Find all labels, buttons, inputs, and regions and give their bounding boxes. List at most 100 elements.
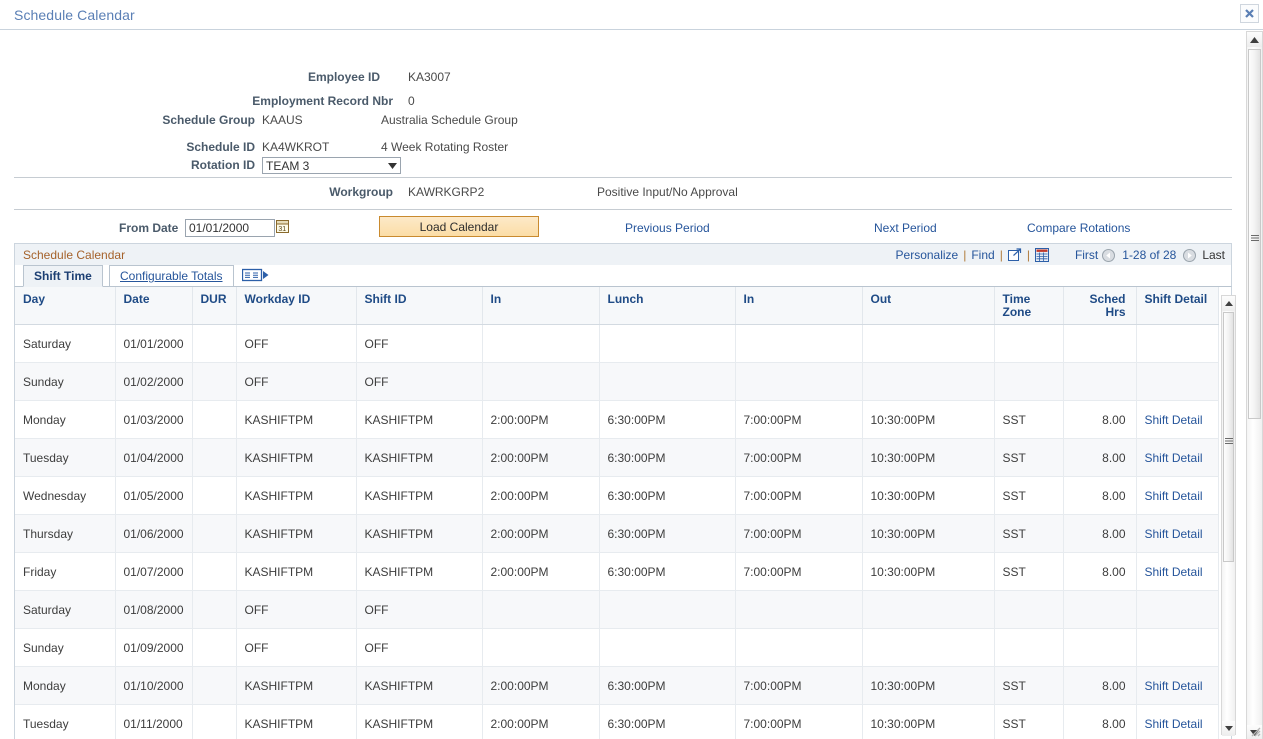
cell-sched-hrs: 8.00 — [1063, 400, 1137, 439]
grid-scrollbar-thumb[interactable] — [1223, 312, 1234, 562]
cell-shift-detail[interactable]: Shift Detail — [1136, 552, 1219, 591]
load-calendar-button[interactable]: Load Calendar — [379, 216, 539, 237]
svg-text:31: 31 — [278, 226, 286, 233]
tab-configurable-totals[interactable]: Configurable Totals — [109, 265, 234, 287]
grid-scrollbar-vertical[interactable] — [1221, 295, 1236, 736]
shift-detail-link[interactable]: Shift Detail — [1145, 717, 1203, 731]
cell-in-2: 7:00:00PM — [735, 666, 863, 705]
cell-time-zone — [994, 324, 1064, 363]
cell-date: 01/04/2000 — [115, 438, 193, 477]
cell-day: Sunday — [15, 628, 116, 667]
cell-time-zone: SST — [994, 400, 1064, 439]
cell-in-2: 7:00:00PM — [735, 552, 863, 591]
cell-in-1: 2:00:00PM — [482, 438, 600, 477]
cell-shift-detail[interactable]: Shift Detail — [1136, 400, 1219, 439]
tab-shift-time[interactable]: Shift Time — [23, 265, 103, 287]
cell-in-1: 2:00:00PM — [482, 400, 600, 439]
column-header-shift-detail[interactable]: Shift Detail — [1136, 287, 1219, 325]
cell-day: Sunday — [15, 362, 116, 401]
cell-sched-hrs: 8.00 — [1063, 666, 1137, 705]
field-employment-record-nbr: Employment Record Nbr — [0, 94, 400, 112]
load-calendar-label: Load Calendar — [419, 219, 499, 234]
column-header-dur[interactable]: DUR — [192, 287, 237, 325]
export-to-excel-icon[interactable] — [1007, 248, 1022, 262]
schedule-grid: Day Date DUR Workday ID Shift ID In Lunc… — [14, 287, 1232, 739]
shift-detail-link[interactable]: Shift Detail — [1145, 565, 1203, 579]
column-header-shift-id[interactable]: Shift ID — [356, 287, 483, 325]
table-row: Saturday 01/01/2000 OFF OFF — [15, 324, 1219, 363]
column-header-sched-hrs[interactable]: Sched Hrs — [1063, 287, 1137, 325]
grid-scroll-up-arrow-icon[interactable] — [1222, 296, 1235, 311]
from-date-input[interactable] — [185, 219, 275, 237]
shift-detail-link[interactable]: Shift Detail — [1145, 679, 1203, 693]
schedule-group-description-wrap: Australia Schedule Group — [381, 113, 518, 131]
next-period-link[interactable]: Next Period — [874, 221, 937, 235]
column-header-time-zone[interactable]: Time Zone — [994, 287, 1064, 325]
grid-actions: Personalize | Find | | First 1-28 of 28 … — [896, 248, 1227, 262]
cell-shift-detail[interactable]: Shift Detail — [1136, 704, 1219, 739]
close-button[interactable] — [1240, 4, 1259, 23]
cell-out: 10:30:00PM — [862, 666, 995, 705]
cell-out: 10:30:00PM — [862, 514, 995, 553]
scroll-up-arrow-icon[interactable] — [1247, 32, 1262, 47]
cell-out — [862, 590, 995, 629]
shift-detail-link[interactable]: Shift Detail — [1145, 451, 1203, 465]
cell-out: 10:30:00PM — [862, 552, 995, 591]
shift-detail-link[interactable]: Shift Detail — [1145, 527, 1203, 541]
cell-shift-detail[interactable]: Shift Detail — [1136, 666, 1219, 705]
grid-view-icon[interactable] — [1034, 248, 1049, 262]
close-icon — [1244, 8, 1255, 19]
column-header-out[interactable]: Out — [862, 287, 995, 325]
column-header-day[interactable]: Day — [15, 287, 116, 325]
rotation-id-select[interactable]: TEAM 3 — [262, 157, 401, 174]
cell-day: Thursday — [15, 514, 116, 553]
previous-page-icon[interactable] — [1102, 248, 1116, 262]
personalize-link[interactable]: Personalize — [896, 248, 959, 262]
cell-sched-hrs — [1063, 628, 1137, 667]
employment-record-nbr-value-wrap: 0 — [408, 94, 415, 112]
next-page-icon[interactable] — [1183, 248, 1197, 262]
cell-sched-hrs: 8.00 — [1063, 552, 1137, 591]
cell-dur — [192, 704, 237, 739]
shift-detail-link[interactable]: Shift Detail — [1145, 489, 1203, 503]
resize-grip-icon[interactable] — [1249, 725, 1261, 737]
column-header-in-2[interactable]: In — [735, 287, 863, 325]
compare-rotations-link[interactable]: Compare Rotations — [1027, 221, 1130, 235]
schedule-id-value: KA4WKROT — [262, 140, 330, 154]
field-employee-id: Employee ID — [0, 70, 400, 88]
cell-shift-detail[interactable]: Shift Detail — [1136, 514, 1219, 553]
cell-lunch — [599, 324, 736, 363]
calendar-icon[interactable]: 31 — [276, 219, 289, 233]
cell-dur — [192, 628, 237, 667]
grid-scroll-down-arrow-icon[interactable] — [1222, 721, 1235, 736]
column-header-date[interactable]: Date — [115, 287, 193, 325]
page-scrollbar-thumb[interactable] — [1248, 49, 1261, 419]
cell-in-1 — [482, 590, 600, 629]
cell-date: 01/08/2000 — [115, 590, 193, 629]
table-row: Tuesday 01/11/2000 KASHIFTPM KASHIFTPM 2:00:… — [15, 704, 1219, 739]
previous-period-link[interactable]: Previous Period — [625, 221, 710, 235]
page-scrollbar-vertical[interactable] — [1246, 31, 1263, 739]
column-header-in-1[interactable]: In — [482, 287, 600, 325]
shift-detail-link[interactable]: Shift Detail — [1145, 413, 1203, 427]
page-range: 1-28 of 28 — [1122, 248, 1177, 262]
cell-shift-detail[interactable]: Shift Detail — [1136, 438, 1219, 477]
cell-lunch: 6:30:00PM — [599, 476, 736, 515]
cell-workday-id: KASHIFTPM — [236, 552, 357, 591]
cell-lunch: 6:30:00PM — [599, 438, 736, 477]
cell-dur — [192, 476, 237, 515]
cell-time-zone — [994, 628, 1064, 667]
workgroup-description-wrap: Positive Input/No Approval — [597, 185, 738, 203]
cell-date: 01/03/2000 — [115, 400, 193, 439]
divider-bottom — [14, 209, 1232, 210]
cell-date: 01/10/2000 — [115, 666, 193, 705]
cell-shift-detail[interactable]: Shift Detail — [1136, 476, 1219, 515]
column-header-workday-id[interactable]: Workday ID — [236, 287, 357, 325]
last-page-link[interactable]: Last — [1202, 248, 1225, 262]
show-all-columns-icon[interactable] — [241, 268, 270, 283]
find-link[interactable]: Find — [971, 248, 994, 262]
first-page-link[interactable]: First — [1075, 248, 1098, 262]
cell-day: Tuesday — [15, 438, 116, 477]
cell-in-2: 7:00:00PM — [735, 704, 863, 739]
column-header-lunch[interactable]: Lunch — [599, 287, 736, 325]
